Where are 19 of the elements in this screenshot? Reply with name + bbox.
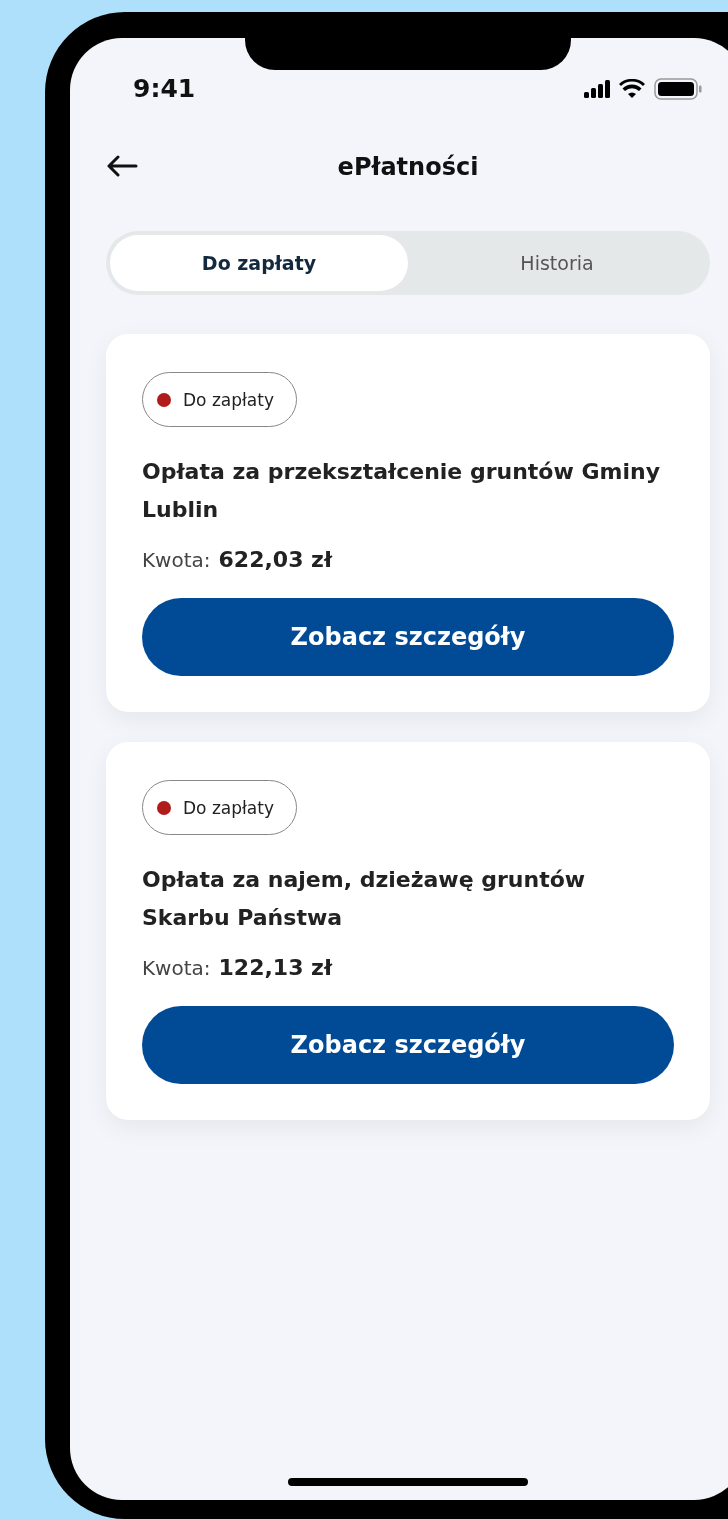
tab[interactable]: Do zapłaty [110,235,408,291]
status-label: Do zapłaty [183,389,274,410]
amount-value: 122,13 zł [218,955,333,980]
back-button[interactable] [106,155,138,177]
battery-icon [654,77,702,100]
wifi-icon [619,79,645,98]
screen-title: ePłatności [337,153,479,181]
amount-label: Kwota: [142,956,211,980]
status-label: Do zapłaty [183,797,274,818]
amount-value: 622,03 zł [218,547,333,572]
tab[interactable]: Historia [408,235,706,291]
payment-title: Opłata za przekształcenie gruntów Gminy Lublin [142,458,661,524]
details-button[interactable]: Zobacz szczegóły [142,1006,674,1084]
amount-label: Kwota: [142,548,211,572]
back-arrow-icon [106,155,138,177]
payment-title: Opłata za najem, dzieżawę gruntów Skarbu Państwa [142,866,587,932]
details-button[interactable]: Zobacz szczegóły [142,598,674,676]
status-time: 9:41 [133,74,196,103]
signal-icon [584,79,610,98]
